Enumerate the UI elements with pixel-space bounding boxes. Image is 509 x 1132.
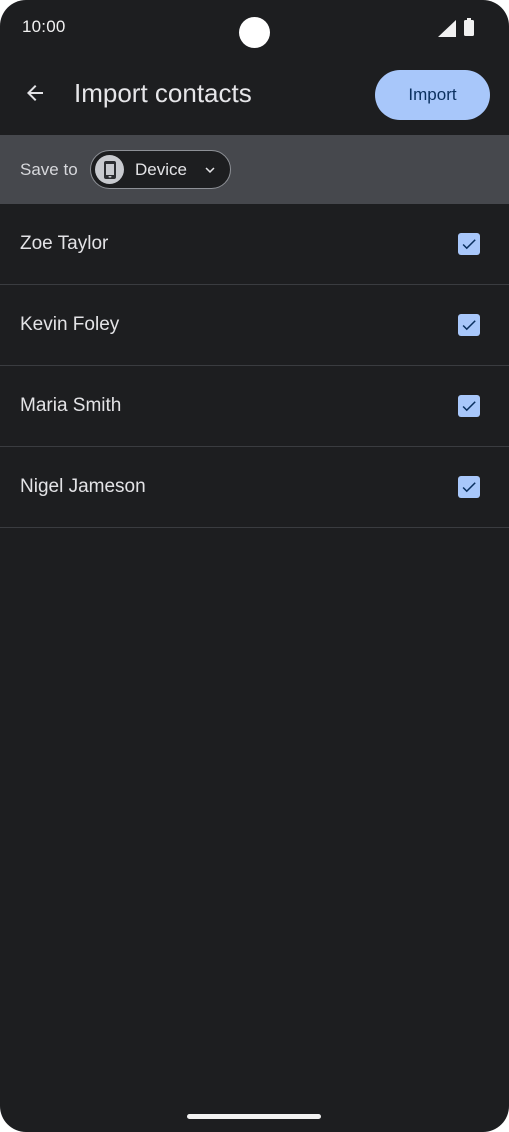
back-button[interactable] [14, 72, 56, 114]
contact-checkbox[interactable] [458, 233, 480, 255]
camera-cutout [239, 17, 270, 48]
account-label: Device [135, 160, 187, 179]
check-icon [462, 239, 476, 250]
phone-screen: 10:00 Import contacts Import Save to Dev… [0, 0, 509, 1132]
contact-checkbox[interactable] [458, 314, 480, 336]
page-title: Import contacts [74, 78, 252, 108]
contact-checkbox[interactable] [458, 395, 480, 417]
contact-row[interactable]: Maria Smith [0, 366, 509, 447]
import-button[interactable]: Import [375, 70, 490, 120]
contact-row[interactable]: Kevin Foley [0, 285, 509, 366]
app-bar: Import contacts Import [0, 56, 509, 135]
check-icon [462, 320, 476, 331]
phone-device-icon [95, 155, 124, 184]
contact-name: Nigel Jameson [20, 476, 146, 497]
contact-row[interactable]: Zoe Taylor [0, 204, 509, 285]
status-time: 10:00 [22, 17, 66, 36]
home-indicator[interactable] [187, 1114, 321, 1119]
contact-name: Zoe Taylor [20, 233, 109, 254]
save-to-bar: Save to Device [0, 135, 509, 204]
chevron-down-icon [205, 167, 215, 173]
contact-name: Maria Smith [20, 395, 122, 416]
arrow-back-icon [27, 85, 43, 101]
contact-name: Kevin Foley [20, 314, 120, 335]
contact-row[interactable]: Nigel Jameson [0, 447, 509, 528]
battery-icon [464, 18, 474, 36]
check-icon [462, 482, 476, 493]
status-bar: 10:00 [0, 0, 509, 56]
check-icon [462, 401, 476, 412]
signal-icon [438, 20, 456, 37]
account-selector-chip[interactable]: Device [90, 150, 231, 189]
contact-checkbox[interactable] [458, 476, 480, 498]
contact-list: Zoe Taylor Kevin Foley Maria Smith Nigel… [0, 204, 509, 528]
save-to-label: Save to [20, 160, 78, 179]
